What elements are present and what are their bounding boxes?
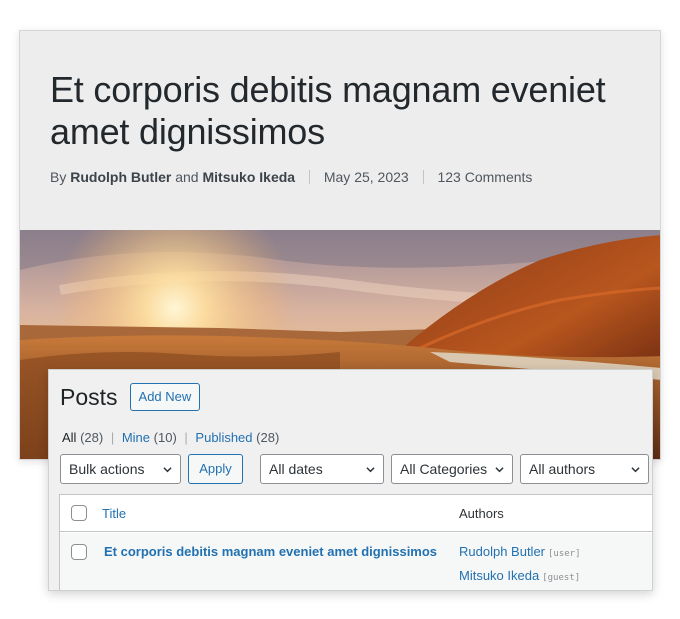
byline-conjunction: and — [175, 169, 199, 185]
categories-filter-select[interactable]: All Categories — [391, 454, 513, 484]
post-date: May 25, 2023 — [323, 169, 409, 185]
row-checkbox[interactable] — [71, 544, 87, 560]
posts-admin-panel: Posts Add New All (28) | Mine (10) | Pub… — [48, 369, 653, 591]
dates-filter-select[interactable]: All dates — [260, 454, 384, 484]
post-meta: By Rudolph Butler and Mitsuko Ikeda May … — [50, 169, 532, 185]
filter-all-count: (28) — [80, 430, 104, 445]
filter-all-link[interactable]: All — [62, 430, 76, 445]
byline-author-2[interactable]: Mitsuko Ikeda — [202, 169, 295, 185]
table-nav: Bulk actions Apply All dates All Categor… — [60, 454, 652, 484]
row-post-title-link[interactable]: Et corporis debitis magnam eveniet amet … — [104, 544, 437, 559]
row-author: Rudolph Butler [user] — [459, 544, 581, 559]
filter-separator: | — [110, 430, 115, 445]
author-role: [user] — [548, 549, 581, 559]
posts-table: Title Authors Et corporis debitis magnam… — [59, 494, 652, 590]
author-link[interactable]: Rudolph Butler — [459, 544, 545, 559]
meta-divider — [422, 170, 424, 184]
chevron-down-icon — [495, 467, 504, 473]
byline-author-1[interactable]: Rudolph Butler — [70, 169, 171, 185]
column-title-header[interactable]: Title — [102, 506, 126, 521]
meta-divider — [308, 170, 310, 184]
page-title: Posts — [60, 383, 118, 410]
post-title: Et corporis debitis magnam eveniet amet … — [50, 69, 606, 152]
chevron-down-icon — [163, 467, 172, 473]
table-header: Title Authors — [60, 495, 652, 532]
authors-filter-select[interactable]: All authors — [520, 454, 649, 484]
apply-button[interactable]: Apply — [188, 454, 243, 484]
dates-filter-label: All dates — [269, 461, 323, 477]
authors-filter-label: All authors — [529, 461, 596, 477]
author-link[interactable]: Mitsuko Ikeda — [459, 568, 539, 583]
categories-filter-label: All Categories — [400, 461, 488, 477]
byline-prefix: By — [50, 169, 67, 185]
column-authors-header: Authors — [459, 506, 504, 521]
filter-separator: | — [184, 430, 188, 445]
bulk-actions-select[interactable]: Bulk actions — [60, 454, 181, 484]
add-new-button[interactable]: Add New — [129, 383, 201, 411]
table-row: Et corporis debitis magnam eveniet amet … — [60, 533, 652, 590]
post-comments[interactable]: 123 Comments — [437, 169, 532, 185]
admin-header: Posts Add New — [60, 383, 201, 411]
row-author: Mitsuko Ikeda [guest] — [459, 568, 580, 583]
filter-mine-count: (10) — [153, 430, 177, 445]
author-role: [guest] — [542, 573, 581, 583]
filter-published-link[interactable]: Published — [195, 430, 252, 445]
bulk-actions-label: Bulk actions — [69, 461, 145, 477]
filter-mine-link[interactable]: Mine — [122, 430, 150, 445]
select-all-checkbox[interactable] — [71, 505, 87, 521]
chevron-down-icon — [366, 467, 375, 473]
chevron-down-icon — [631, 467, 640, 473]
post-status-filters: All (28) | Mine (10) | Published (28) — [62, 430, 279, 445]
filter-published-count: (28) — [256, 430, 280, 445]
